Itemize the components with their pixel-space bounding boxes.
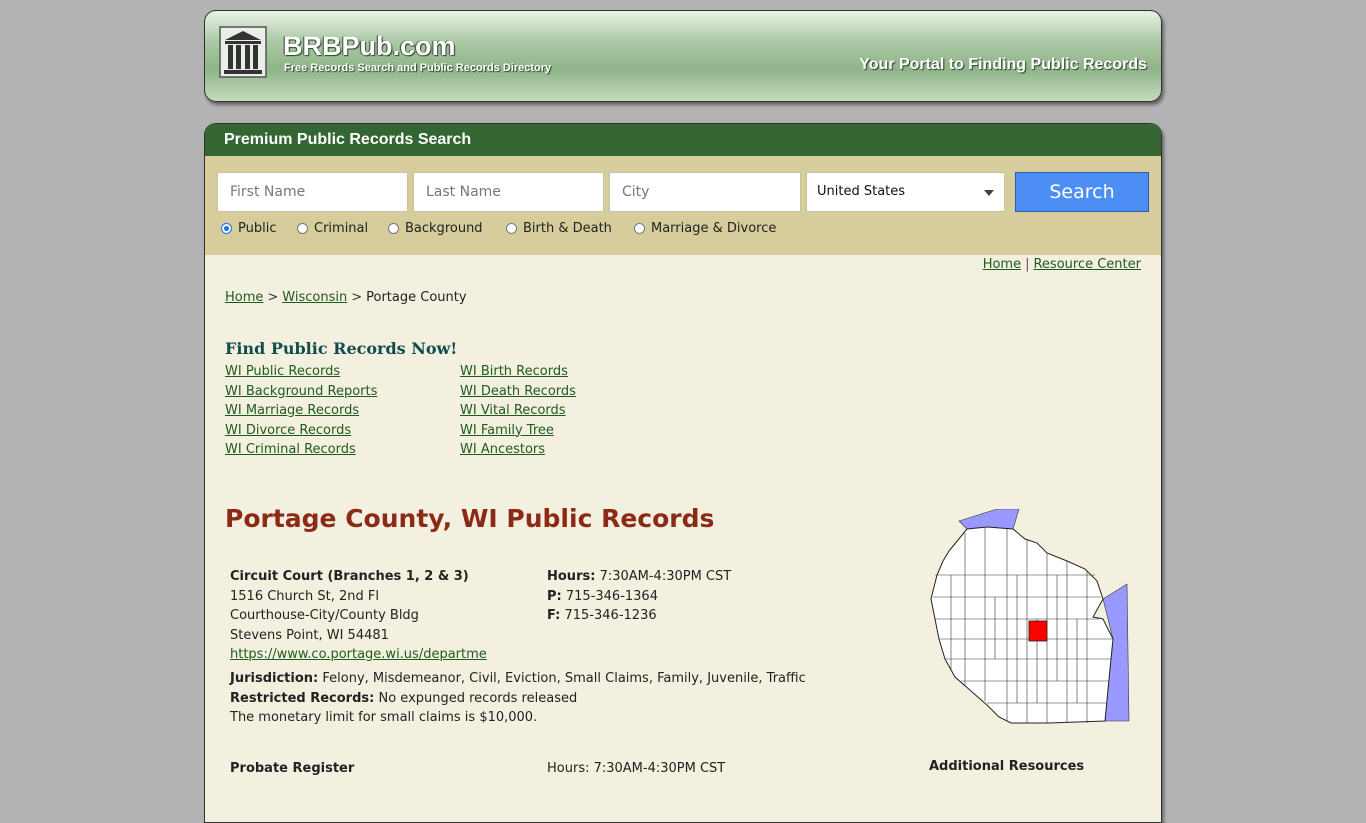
breadcrumb-state[interactable]: Wisconsin <box>282 290 347 305</box>
breadcrumb-home[interactable]: Home <box>225 290 263 305</box>
search-panel-title: Premium Public Records Search <box>205 124 1161 156</box>
court-details: Jurisdiction: Felony, Misdemeanor, Civil… <box>230 669 850 728</box>
radio-label: Criminal <box>314 221 369 236</box>
radio-public[interactable]: Public <box>221 221 276 236</box>
first-name-input[interactable]: First Name <box>217 172 408 212</box>
breadcrumb: Home > Wisconsin > Portage County <box>225 290 467 305</box>
site-title[interactable]: BRBPub.com <box>283 31 456 62</box>
next-office-hours: Hours: 7:30AM-4:30PM CST <box>547 761 726 776</box>
courthouse-columns-icon[interactable] <box>219 26 267 78</box>
nav-resource-center-link[interactable]: Resource Center <box>1033 257 1141 272</box>
portal-slogan: Your Portal to Finding Public Records <box>859 56 1147 73</box>
record-link[interactable]: WI Vital Records <box>460 401 576 421</box>
record-link[interactable]: WI Public Records <box>225 362 377 382</box>
site-header: BRBPub.com Free Records Search and Publi… <box>204 10 1162 102</box>
phone-label: P: <box>547 588 562 604</box>
record-link[interactable]: WI Birth Records <box>460 362 576 382</box>
caret-down-icon <box>984 190 994 196</box>
radio-dot-checked[interactable] <box>221 223 232 234</box>
country-select[interactable]: United States <box>806 172 1005 212</box>
restricted-label: Restricted Records: <box>230 690 375 706</box>
breadcrumb-current: Portage County <box>366 290 467 305</box>
radio-criminal[interactable]: Criminal <box>297 221 368 236</box>
radio-dot[interactable] <box>634 223 645 234</box>
hours-label: Hours: <box>547 569 596 584</box>
page-title: Portage County, WI Public Records <box>225 504 715 533</box>
search-button[interactable]: Search <box>1015 172 1149 212</box>
site-tagline: Free Records Search and Public Records D… <box>284 62 552 74</box>
fax-label: F: <box>547 608 561 623</box>
jurisdiction-label: Jurisdiction: <box>230 671 319 686</box>
jurisdiction-value: Felony, Misdemeanor, Civil, Eviction, Sm… <box>322 671 806 686</box>
country-selected-value: United States <box>817 184 906 199</box>
records-links-right: WI Birth Records WI Death Records WI Vit… <box>460 362 576 460</box>
court-website-link[interactable]: https://www.co.portage.wi.us/departme <box>230 647 487 662</box>
court-address-line2: Courthouse-City/County Bldg <box>230 608 419 623</box>
last-name-input[interactable]: Last Name <box>413 172 604 212</box>
record-link[interactable]: WI Death Records <box>460 382 576 402</box>
radio-dot[interactable] <box>388 223 399 234</box>
search-form: First Name Last Name City United States … <box>205 156 1161 255</box>
radio-label: Public <box>238 221 277 236</box>
radio-birth-death[interactable]: Birth & Death <box>506 221 612 236</box>
record-link[interactable]: WI Ancestors <box>460 440 576 460</box>
radio-dot[interactable] <box>297 223 308 234</box>
radio-background[interactable]: Background <box>388 221 483 236</box>
hours-value: 7:30AM-4:30PM CST <box>599 569 732 584</box>
restricted-value: No expunged records released <box>378 690 578 706</box>
find-records-heading: Find Public Records Now! <box>225 339 458 358</box>
radio-label: Marriage & Divorce <box>651 221 777 236</box>
court-city-state-zip: Stevens Point, WI 54481 <box>230 627 389 643</box>
radio-marriage-divorce[interactable]: Marriage & Divorce <box>634 221 776 236</box>
nav-home-link[interactable]: Home <box>983 257 1021 272</box>
radio-label: Background <box>405 221 483 236</box>
record-link[interactable]: WI Marriage Records <box>225 401 377 421</box>
fax-value: 715-346-1236 <box>564 608 657 623</box>
records-links-left: WI Public Records WI Background Reports … <box>225 362 377 460</box>
top-nav: Home | Resource Center <box>983 257 1141 272</box>
court-address-block: Circuit Court (Branches 1, 2 & 3) 1516 C… <box>230 567 570 665</box>
record-link[interactable]: WI Divorce Records <box>225 421 377 441</box>
record-link[interactable]: WI Background Reports <box>225 382 377 402</box>
highlighted-county <box>1028 620 1048 642</box>
radio-label: Birth & Death <box>523 221 612 236</box>
court-address-line1: 1516 Church St, 2nd Fl <box>230 588 379 604</box>
phone-value: 715-346-1364 <box>565 588 658 604</box>
city-input[interactable]: City <box>609 172 801 212</box>
small-claims-note: The monetary limit for small claims is $… <box>230 710 538 725</box>
record-link[interactable]: WI Criminal Records <box>225 440 377 460</box>
next-office-name: Probate Register <box>230 761 355 776</box>
radio-dot[interactable] <box>506 223 517 234</box>
breadcrumb-separator: > <box>351 290 363 305</box>
wisconsin-county-map <box>930 509 1130 724</box>
nav-separator: | <box>1025 257 1030 272</box>
record-link[interactable]: WI Family Tree <box>460 421 576 441</box>
additional-resources-heading: Additional Resources <box>929 759 1085 774</box>
main-content: Premium Public Records Search First Name… <box>204 123 1162 823</box>
court-name: Circuit Court (Branches 1, 2 & 3) <box>230 569 469 584</box>
court-contact-block: Hours: 7:30AM-4:30PM CST P: 715-346-1364… <box>547 567 731 626</box>
breadcrumb-separator: > <box>267 290 279 305</box>
